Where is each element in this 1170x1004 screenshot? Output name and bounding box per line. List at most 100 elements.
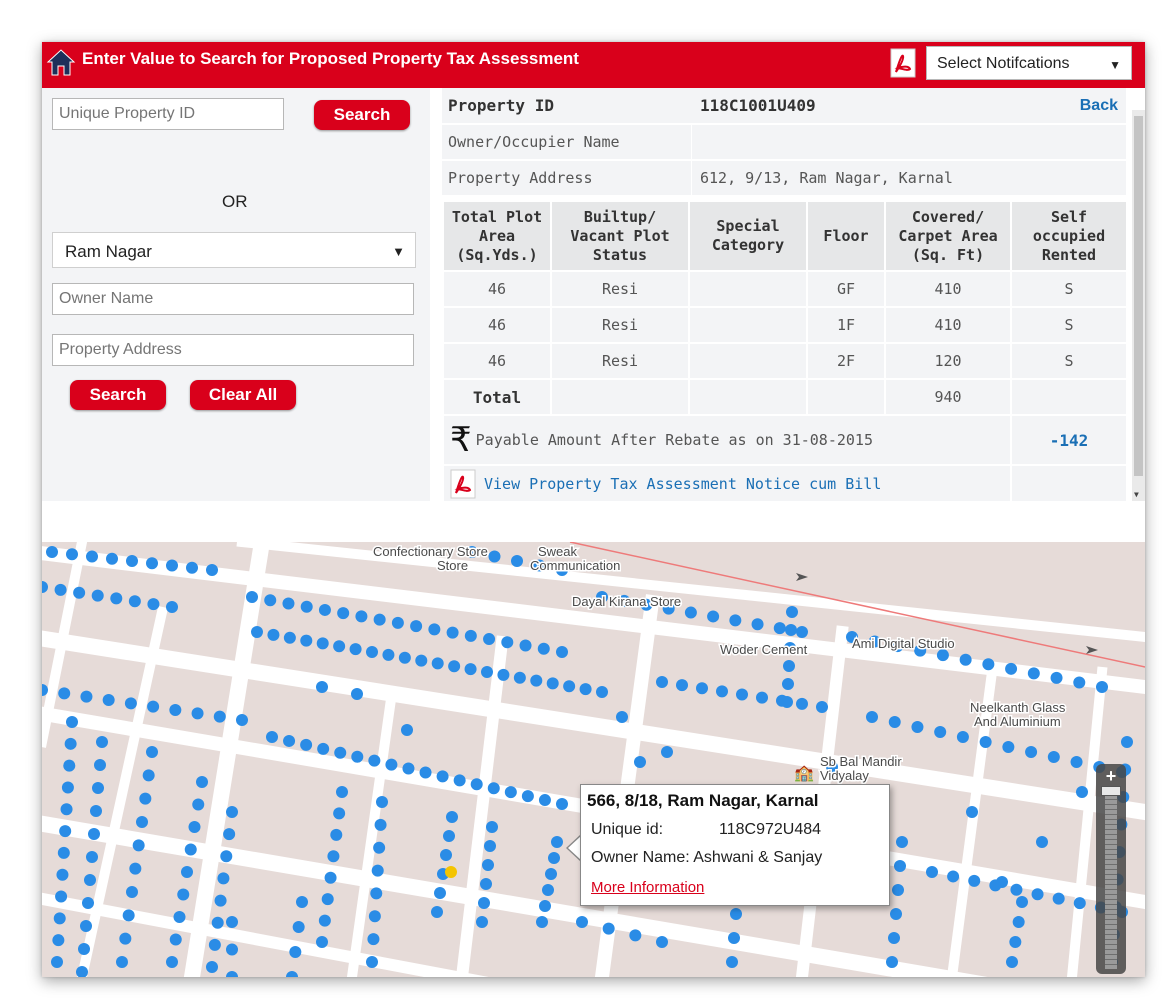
property-marker: [434, 887, 446, 899]
cell-status: Resi: [552, 306, 690, 342]
scroll-down-icon[interactable]: ▼: [1134, 490, 1139, 499]
property-marker: [317, 742, 330, 755]
property-marker: [132, 839, 145, 852]
property-marker: [1076, 786, 1088, 798]
property-address-input[interactable]: [52, 334, 414, 366]
property-marker: [173, 911, 186, 923]
property-marker: [146, 557, 158, 570]
clear-all-button[interactable]: Clear All: [190, 380, 296, 410]
map-canvas[interactable]: Confectionary StoreStore SweakCommunicati…: [42, 542, 1145, 977]
cell-covered-area: 410: [886, 306, 1012, 342]
more-information-link[interactable]: More Information: [591, 879, 704, 896]
zoom-in-button[interactable]: +: [1096, 766, 1126, 787]
property-marker: [122, 909, 135, 922]
property-marker: [106, 552, 118, 565]
property-marker: [366, 646, 378, 658]
property-marker: [282, 597, 295, 610]
property-marker: [196, 776, 208, 788]
property-map[interactable]: Confectionary Store Store Sweak Communicati…: [42, 542, 1145, 977]
details-scrollbar[interactable]: ▼: [1132, 110, 1145, 501]
property-marker: [436, 770, 449, 783]
property-marker: [223, 828, 236, 841]
scrollbar-thumb[interactable]: [1134, 116, 1143, 476]
property-marker: [1070, 756, 1083, 768]
property-marker: [1050, 671, 1063, 684]
header-line: Floor: [823, 226, 869, 245]
location-select-value: Ram Nagar: [65, 242, 152, 261]
zoom-slider-handle[interactable]: [1101, 786, 1121, 796]
property-marker: [63, 759, 76, 772]
property-marker: [142, 769, 155, 782]
zoom-control[interactable]: +: [1096, 764, 1126, 974]
property-marker: [80, 920, 92, 932]
col-header-covered-area: Covered/Carpet Area (Sq. Ft): [886, 202, 1012, 270]
property-marker: [266, 731, 278, 743]
property-marker: [911, 721, 924, 733]
property-marker: [119, 932, 132, 945]
search-button-secondary[interactable]: Search: [70, 380, 166, 410]
map-place-label: Neelkanth Glass: [970, 700, 1066, 715]
zoom-slider-track[interactable]: [1105, 794, 1117, 969]
pdf-icon[interactable]: [890, 48, 916, 78]
popup-unique-id-label: Unique id:: [591, 821, 664, 838]
notifications-select[interactable]: Select Notifcations ▼: [926, 46, 1132, 80]
property-marker: [166, 601, 178, 613]
property-marker: [966, 806, 978, 818]
property-marker: [371, 864, 384, 877]
property-marker: [539, 900, 551, 912]
property-marker: [513, 671, 526, 684]
header-line: Vacant Plot: [570, 226, 670, 245]
location-select[interactable]: Ram Nagar ▼: [52, 232, 416, 268]
property-marker: [58, 687, 71, 700]
home-icon[interactable]: [46, 47, 76, 77]
cell-occupancy: S: [1012, 270, 1126, 306]
header-line: Category: [711, 236, 785, 254]
property-marker: [186, 561, 198, 574]
property-marker: [368, 910, 381, 923]
map-place-label: Dayal Kirana Store: [572, 594, 681, 609]
or-label: OR: [222, 192, 248, 211]
property-marker: [480, 878, 492, 890]
property-marker: [445, 866, 457, 878]
property-marker: [64, 737, 77, 750]
pdf-icon[interactable]: [450, 469, 476, 499]
cell-plot-area: 46: [444, 342, 552, 378]
property-marker: [1052, 892, 1065, 905]
property-marker: [1047, 751, 1060, 763]
map-place-label: Woder Cement: [720, 642, 808, 657]
cell-plot-area: 46: [444, 270, 552, 306]
property-marker: [226, 806, 238, 818]
total-value: 940: [886, 378, 1012, 414]
property-marker: [501, 636, 514, 649]
header-line: Total Plot: [451, 207, 543, 226]
property-id-input[interactable]: [52, 98, 284, 130]
view-notice-link[interactable]: View Property Tax Assessment Notice cum …: [484, 475, 881, 493]
property-marker: [1016, 896, 1028, 908]
popup-unique-id-value: 118C972U484: [719, 821, 822, 838]
owner-value: [694, 125, 700, 159]
property-marker: [1036, 836, 1048, 848]
property-marker: [246, 591, 258, 603]
property-marker: [316, 936, 328, 948]
property-marker: [530, 674, 543, 687]
search-button[interactable]: Search: [314, 100, 410, 130]
property-marker: [464, 663, 477, 676]
property-marker: [536, 916, 548, 928]
property-marker: [1005, 662, 1018, 675]
property-marker: [136, 816, 148, 828]
property-marker: [896, 836, 908, 848]
property-marker: [482, 859, 494, 871]
map-place-label: Store: [437, 558, 468, 573]
property-popup: 566, 8/18, Ram Nagar, Karnal Unique id: …: [580, 784, 890, 906]
property-marker: [126, 886, 138, 898]
property-marker: [206, 961, 218, 973]
property-marker: [110, 592, 123, 605]
property-marker: [206, 564, 218, 576]
map-place-label: Ami Digital Studio: [852, 636, 955, 651]
back-link[interactable]: Back: [1080, 88, 1118, 123]
owner-name-input[interactable]: [52, 283, 414, 315]
property-marker: [318, 603, 331, 616]
property-marker: [59, 825, 72, 838]
property-marker: [321, 893, 334, 906]
property-marker: [126, 555, 138, 567]
